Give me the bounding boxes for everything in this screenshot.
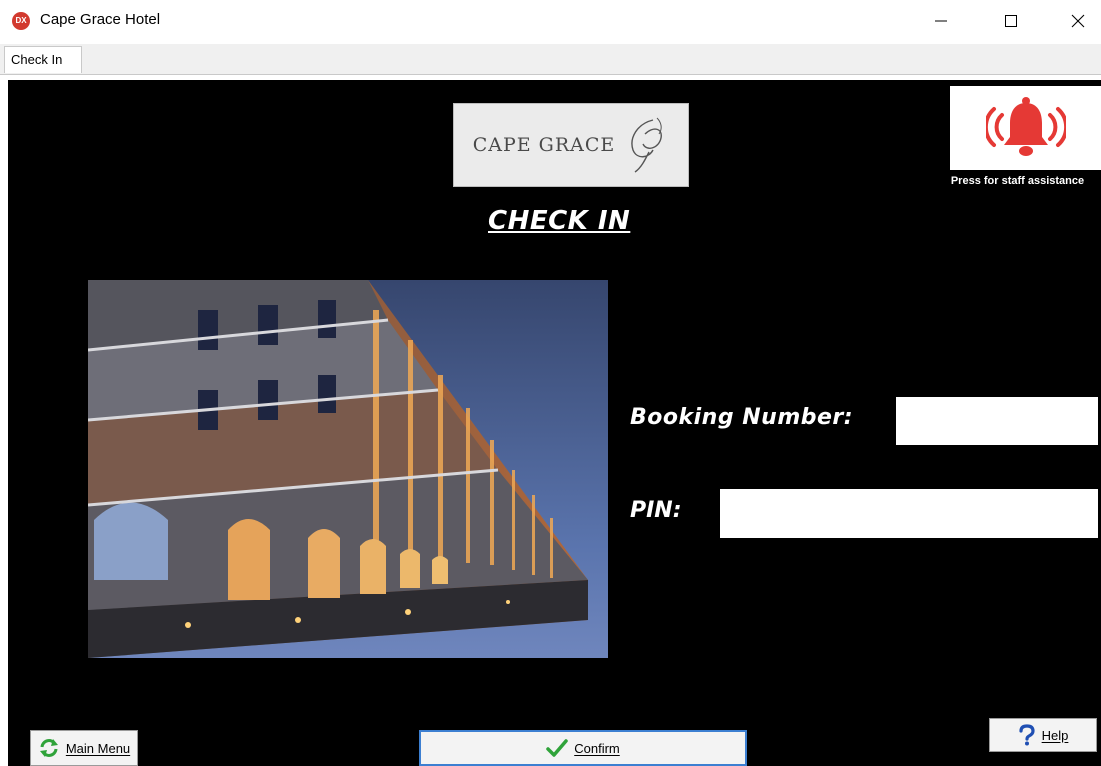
- main-menu-button[interactable]: Main Menu: [30, 730, 138, 766]
- logo-text: CAPE GRACE: [472, 134, 616, 156]
- staff-assist-button[interactable]: [950, 86, 1101, 170]
- booking-number-input[interactable]: [896, 397, 1098, 445]
- main-menu-label: Main Menu: [65, 740, 131, 756]
- maximize-icon: [1005, 15, 1017, 27]
- checkmark-icon: [546, 739, 568, 757]
- app-icon: DX: [12, 12, 30, 30]
- page-heading: CHECK IN: [488, 206, 631, 236]
- booking-number-label: Booking Number:: [630, 405, 854, 430]
- window-title: Cape Grace Hotel: [40, 11, 161, 28]
- close-button[interactable]: [1055, 6, 1101, 36]
- staff-assist-label: Press for staff assistance: [950, 175, 1085, 187]
- confirm-button[interactable]: Confirm: [419, 730, 747, 766]
- cape-grace-logo: CAPE GRACE: [453, 103, 689, 187]
- tab-check-in[interactable]: Check In: [4, 46, 82, 73]
- pin-label: PIN:: [630, 498, 682, 523]
- logo-monogram-icon: [623, 114, 669, 176]
- refresh-icon: [39, 739, 58, 757]
- hotel-photo: [88, 280, 608, 658]
- tab-strip: Check In: [0, 44, 1101, 75]
- minimize-button[interactable]: [918, 6, 964, 36]
- pin-input[interactable]: [720, 489, 1098, 538]
- close-icon: [1071, 14, 1085, 28]
- help-label: Help: [1041, 727, 1069, 743]
- confirm-label: Confirm: [574, 740, 620, 756]
- maximize-button[interactable]: [988, 6, 1034, 36]
- question-icon: [1019, 724, 1035, 746]
- minimize-icon: [935, 20, 947, 22]
- check-in-panel: CAPE GRACE CHECK IN Press for staff assi…: [8, 80, 1101, 766]
- help-button[interactable]: Help: [989, 718, 1097, 752]
- title-bar: DX Cape Grace Hotel: [0, 0, 1101, 44]
- alarm-bell-icon: [985, 97, 1066, 156]
